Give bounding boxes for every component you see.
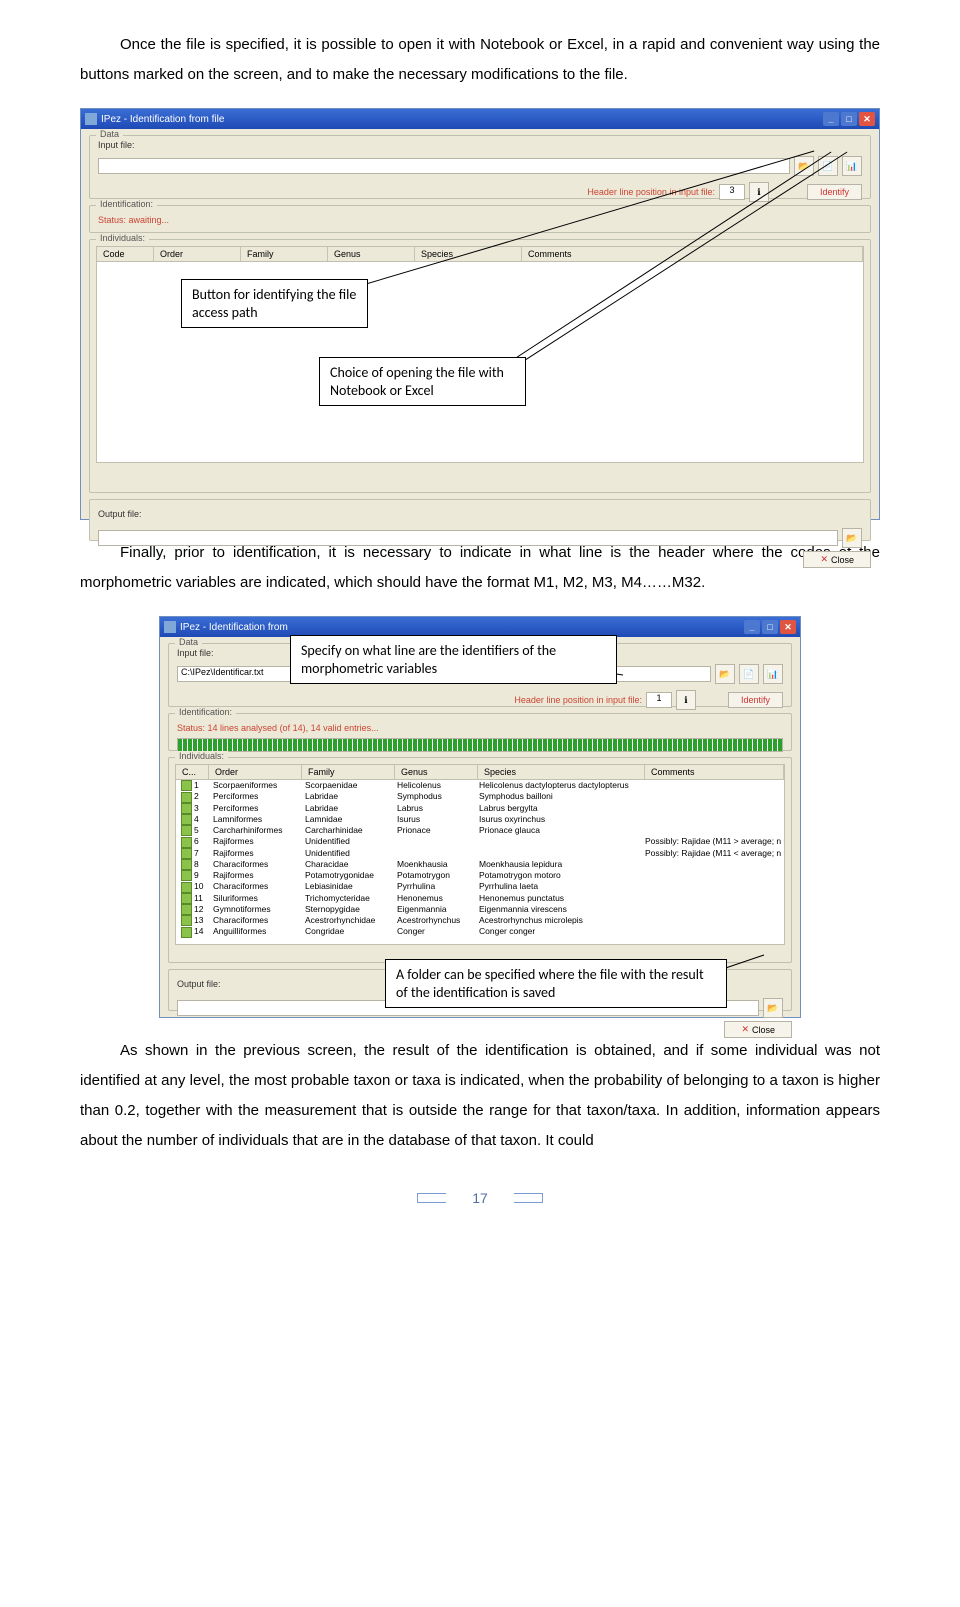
table-row[interactable]: 13CharaciformesAcestrorhynchidaeAcestror…	[176, 915, 784, 926]
table-row[interactable]: 5CarcharhiniformesCarcharhinidaePrionace…	[176, 825, 784, 836]
table-row[interactable]: 8CharaciformesCharacidaeMoenkhausiaMoenk…	[176, 859, 784, 870]
identification-section-label: Identification:	[175, 707, 236, 717]
open-notebook-icon[interactable]: 📄	[739, 664, 759, 684]
header-pos-field[interactable]: 3	[719, 184, 745, 200]
screenshot-2: IPez - Identification from _ □ ✕ Data In…	[159, 616, 801, 1018]
output-file-label: Output file:	[98, 509, 142, 519]
closing-paragraph: As shown in the previous screen, the res…	[80, 1036, 880, 1156]
table-row[interactable]: 9RajiformesPotamotrygonidaePotamotrygonP…	[176, 870, 784, 881]
page-number: 17	[445, 1186, 515, 1210]
open-notebook-icon[interactable]: 📄	[818, 156, 838, 176]
browse-output-icon[interactable]: 📂	[842, 528, 862, 548]
status-text: Status: awaiting...	[98, 215, 169, 225]
table-header: Code Order Family Genus Species Comments	[96, 246, 864, 262]
minimize-icon[interactable]: _	[744, 620, 760, 634]
data-section-label: Data	[175, 637, 202, 647]
status-text: Status: 14 lines analysed (of 14), 14 va…	[177, 723, 379, 733]
info-icon[interactable]: ℹ	[749, 182, 769, 202]
table-row[interactable]: 4LamniformesLamnidaeIsurusIsurus oxyrinc…	[176, 814, 784, 825]
identify-button[interactable]: Identify	[807, 184, 862, 200]
table-row[interactable]: 14AnguilliformesCongridaeCongerConger co…	[176, 926, 784, 937]
data-section-label: Data	[96, 129, 123, 139]
header-pos-field[interactable]: 1	[646, 692, 672, 708]
maximize-icon[interactable]: □	[841, 112, 857, 126]
table-row[interactable]: 10CharaciformesLebiasinidaePyrrhulinaPyr…	[176, 881, 784, 892]
individuals-section-label: Individuals:	[96, 233, 149, 243]
header-pos-label: Header line position in input file:	[514, 695, 642, 705]
table-row[interactable]: 2PerciformesLabridaeSymphodusSymphodus b…	[176, 791, 784, 802]
identification-section-label: Identification:	[96, 199, 157, 209]
intro-paragraph: Once the file is specified, it is possib…	[80, 30, 880, 90]
input-file-label: Input file:	[98, 140, 862, 150]
header-pos-label: Header line position in input file:	[587, 187, 715, 197]
table-row[interactable]: 3PerciformesLabridaeLabrusLabrus bergylt…	[176, 803, 784, 814]
individuals-section-label: Individuals:	[175, 751, 228, 761]
close-button[interactable]: ✕Close	[724, 1021, 792, 1038]
close-icon[interactable]: ✕	[859, 112, 875, 126]
table-row[interactable]: 7RajiformesUnidentifiedPossibly: Rajidae…	[176, 848, 784, 859]
browse-output-icon[interactable]: 📂	[763, 998, 783, 1018]
browse-file-icon[interactable]: 📂	[715, 664, 735, 684]
minimize-icon[interactable]: _	[823, 112, 839, 126]
screenshot-1: IPez - Identification from file _ □ ✕ Da…	[80, 108, 880, 520]
close-icon[interactable]: ✕	[780, 620, 796, 634]
close-button[interactable]: ✕Close	[803, 551, 871, 568]
browse-file-icon[interactable]: 📂	[794, 156, 814, 176]
maximize-icon[interactable]: □	[762, 620, 778, 634]
identify-button[interactable]: Identify	[728, 692, 783, 708]
output-file-label: Output file:	[177, 979, 221, 989]
info-icon[interactable]: ℹ	[676, 690, 696, 710]
window-title-bar: IPez - Identification from file _ □ ✕	[81, 109, 879, 129]
window-title-bar: IPez - Identification from _ □ ✕	[160, 617, 800, 637]
open-excel-icon[interactable]: 📊	[842, 156, 862, 176]
progress-bar	[177, 738, 783, 752]
table-row[interactable]: 11SiluriformesTrichomycteridaeHenonemusH…	[176, 893, 784, 904]
results-table: 1ScorpaeniformesScorpaenidaeHelicolenusH…	[175, 780, 785, 945]
table-row[interactable]: 1ScorpaeniformesScorpaenidaeHelicolenusH…	[176, 780, 784, 791]
table-header: C... Order Family Genus Species Comments	[175, 764, 785, 780]
callout-notebook-excel: Choice of opening the file with Notebook…	[319, 357, 526, 406]
callout-output-folder: A folder can be specified where the file…	[385, 959, 727, 1008]
app-icon	[85, 113, 97, 125]
output-file-field[interactable]	[98, 530, 838, 546]
table-row[interactable]: 6RajiformesUnidentifiedPossibly: Rajidae…	[176, 836, 784, 847]
table-row[interactable]: 12GymnotiformesSternopygidaeEigenmanniaE…	[176, 904, 784, 915]
callout-file-path: Button for identifying the file access p…	[181, 279, 368, 328]
window-title: IPez - Identification from file	[101, 114, 224, 125]
open-excel-icon[interactable]: 📊	[763, 664, 783, 684]
callout-header-line: Specify on what line are the identifiers…	[290, 635, 617, 684]
input-file-field[interactable]	[98, 158, 790, 174]
window-title: IPez - Identification from	[180, 622, 288, 633]
app-icon	[164, 621, 176, 633]
